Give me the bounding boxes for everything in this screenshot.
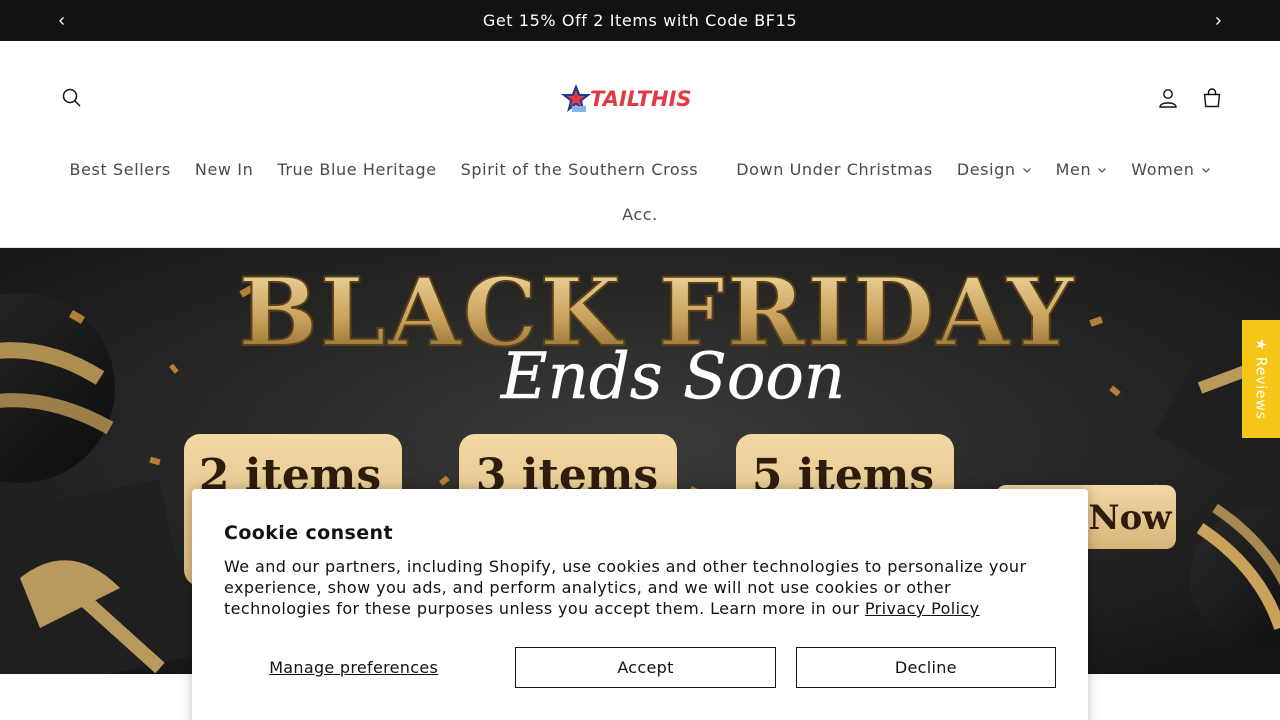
nav-label: Women — [1131, 160, 1195, 179]
nav-label: Design — [956, 160, 1016, 179]
chevron-left-icon — [59, 16, 64, 25]
site-logo[interactable]: TAILTHIS — [560, 79, 720, 119]
nav-item-true-blue-heritage[interactable]: True Blue Heritage — [265, 160, 448, 179]
nav-label: Best Sellers — [69, 160, 171, 179]
cart-icon — [1203, 88, 1221, 108]
nav-item-men[interactable]: Men — [1044, 160, 1120, 179]
search-icon — [62, 88, 81, 107]
cookie-consent-dialog: Cookie consent We and our partners, incl… — [192, 489, 1088, 720]
nav-row-1: Best Sellers New In True Blue Heritage S… — [0, 147, 1280, 192]
nav-item-acc[interactable]: Acc. — [610, 205, 670, 224]
announcement-prev-button[interactable] — [42, 0, 82, 41]
announcement-next-button[interactable] — [1198, 0, 1238, 41]
nav-label: Down Under Christmas — [736, 160, 933, 179]
logo-text: TAILTHIS — [590, 87, 692, 111]
hero-cta-text: Now — [1088, 498, 1172, 538]
privacy-policy-link[interactable]: Privacy Policy — [865, 599, 980, 618]
reviews-tab[interactable]: ★ Reviews — [1242, 320, 1280, 438]
accept-button[interactable]: Accept — [515, 647, 776, 688]
nav-row-2: Acc. — [0, 192, 1280, 237]
nav-label: True Blue Heritage — [277, 160, 437, 179]
cookie-title: Cookie consent — [224, 522, 393, 544]
main-nav: Best Sellers New In True Blue Heritage S… — [0, 147, 1280, 237]
announcement-bar: Get 15% Off 2 Items with Code BF15 — [0, 0, 1280, 41]
nav-item-new-in[interactable]: New In — [183, 160, 265, 179]
account-icon — [1159, 89, 1177, 108]
star-logo-icon — [561, 84, 591, 112]
nav-label: Men — [1055, 160, 1092, 179]
search-button[interactable] — [50, 76, 94, 120]
cookie-body: We and our partners, including Shopify, … — [224, 556, 1044, 619]
hero-script-text: Ends Soon — [500, 340, 845, 414]
nav-item-women[interactable]: Women — [1119, 160, 1222, 179]
nav-item-spirit-southern-cross[interactable]: Spirit of the Southern Cross — [449, 160, 711, 179]
site-header: TAILTHIS Best Sellers New In True Blue H… — [0, 41, 1280, 248]
reviews-tab-label: ★ Reviews — [1253, 338, 1270, 420]
nav-label: Spirit of the Southern Cross — [460, 160, 699, 179]
nav-item-down-under-christmas[interactable]: Down Under Christmas — [724, 160, 945, 179]
chevron-down-icon — [1201, 167, 1210, 173]
manage-preferences-link[interactable]: Manage preferences — [224, 658, 483, 677]
nav-label: Acc. — [622, 205, 658, 224]
decline-button[interactable]: Decline — [795, 647, 1056, 688]
chevron-down-icon — [1098, 167, 1107, 173]
announcement-text: Get 15% Off 2 Items with Code BF15 — [482, 11, 798, 30]
nav-item-best-sellers[interactable]: Best Sellers — [58, 160, 183, 179]
cookie-actions: Manage preferences Accept Decline — [224, 647, 1056, 688]
cart-button[interactable] — [1190, 76, 1234, 120]
nav-item-design[interactable]: Design — [945, 160, 1044, 179]
chevron-right-icon — [1216, 16, 1221, 25]
chevron-down-icon — [1022, 167, 1031, 173]
nav-label: New In — [194, 160, 254, 179]
account-button[interactable] — [1146, 76, 1190, 120]
